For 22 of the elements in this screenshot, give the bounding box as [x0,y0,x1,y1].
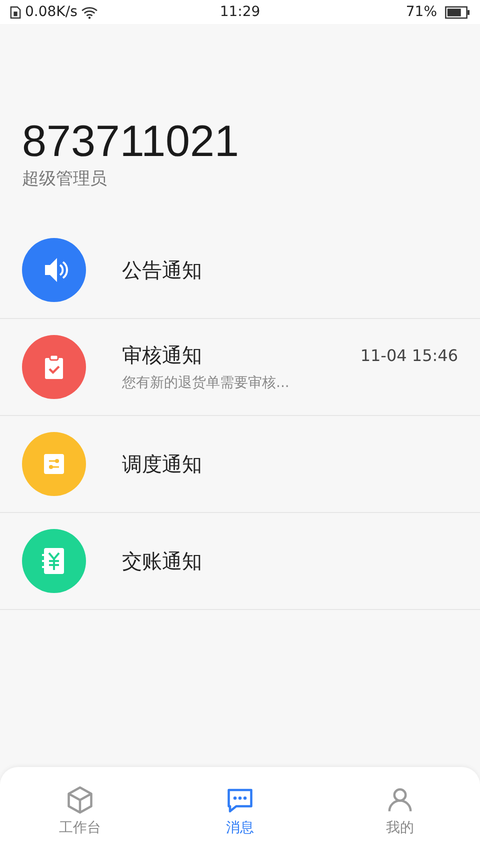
notification-row[interactable]: 交账通知 [0,513,480,610]
account-role: 超级管理员 [22,168,108,190]
sim-card-icon [10,6,21,18]
notification-time: 11-04 15:46 [360,346,458,365]
tab[interactable]: 我的 [320,767,480,853]
notification-title: 审核通知 [122,342,202,369]
notification-row[interactable]: 调度通知 [0,416,480,513]
tab[interactable]: 工作台 [0,767,160,853]
wifi-icon [81,6,98,18]
notification-title: 调度通知 [122,450,202,478]
notification-preview: 您有新的退货单需要审核... [122,374,290,392]
notification-title: 交账通知 [122,548,202,574]
tab[interactable]: 消息 [160,767,320,853]
clock: 11:29 [220,4,260,20]
network-speed: 0.08K/s [25,4,78,20]
notification-title: 公告通知 [122,256,202,284]
account-number: 873711021 [22,116,240,168]
notification-row[interactable]: 审核通知 11-04 15:46 您有新的退货单需要审核... [0,319,480,416]
notification-row[interactable]: 公告通知 [0,222,480,319]
battery-icon [445,6,470,18]
battery-percent: 71% [406,4,438,20]
cube-icon [65,785,95,815]
